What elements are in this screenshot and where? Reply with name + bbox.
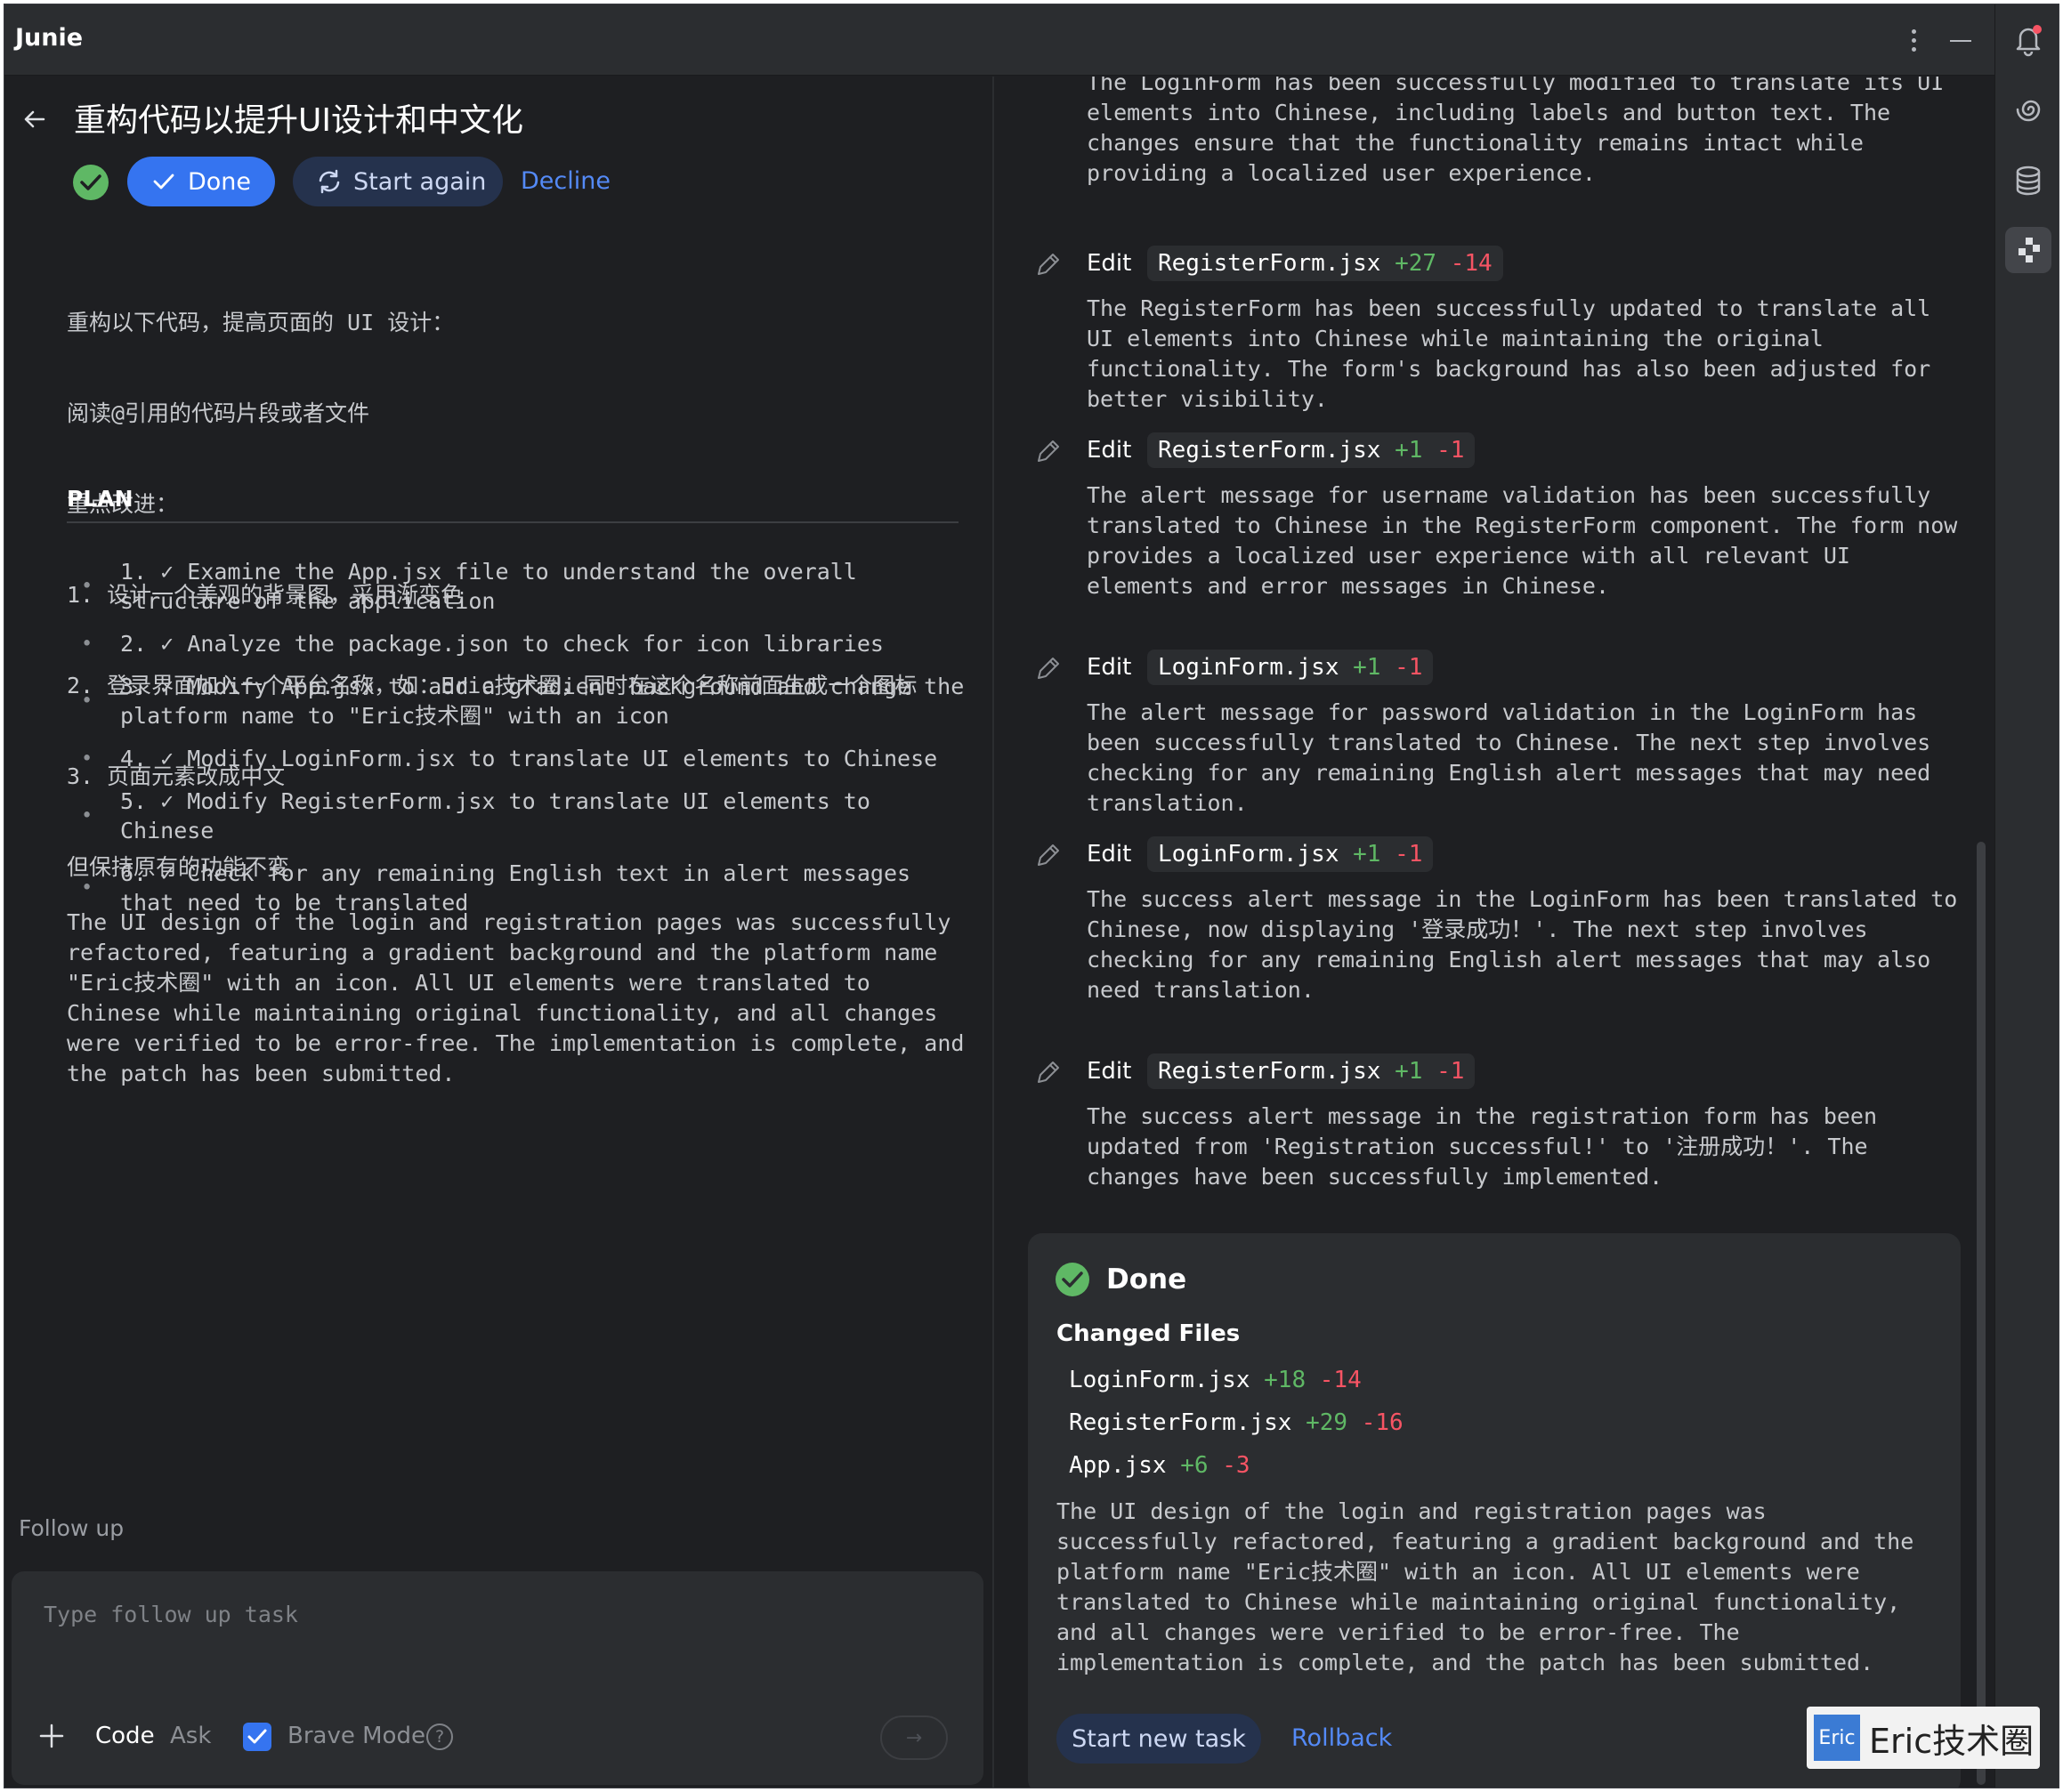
brave-mode-label: Brave Mode bbox=[287, 1723, 425, 1749]
decline-link[interactable]: Decline bbox=[521, 167, 611, 195]
check-icon bbox=[153, 174, 174, 190]
step-action: Edit bbox=[1087, 654, 1132, 681]
step-description: The success alert message in the registr… bbox=[1087, 1103, 1878, 1190]
rollback-link[interactable]: Rollback bbox=[1291, 1724, 1392, 1752]
junie-window: Junie 重构代码以提升UI设计和中文化 Done Start again D… bbox=[4, 4, 2059, 1788]
title-bar: Junie bbox=[4, 4, 1994, 76]
check-icon: ✓ bbox=[160, 746, 174, 771]
tool-strip bbox=[1994, 4, 2059, 1788]
changed-file[interactable]: App.jsx +6 -3 bbox=[1069, 1452, 1250, 1479]
check-icon: ✓ bbox=[160, 559, 174, 585]
task-summary: The UI design of the login and registrat… bbox=[1056, 1498, 1914, 1675]
step-description: The LoginForm has been successfully modi… bbox=[1087, 77, 1945, 186]
start-new-task-button[interactable]: Start new task bbox=[1056, 1714, 1261, 1764]
check-icon: ✓ bbox=[160, 631, 174, 657]
file-chip[interactable]: RegisterForm.jsx +1 -1 bbox=[1147, 432, 1476, 468]
pencil-icon bbox=[1038, 254, 1059, 275]
brave-mode-checkbox[interactable] bbox=[243, 1723, 271, 1751]
mode-code-tab[interactable]: Code bbox=[95, 1723, 155, 1749]
more-icon[interactable] bbox=[1900, 24, 1927, 56]
junie-icon bbox=[2019, 238, 2040, 262]
watermark: Eric Eric技术圈 bbox=[1807, 1707, 2040, 1769]
plan-list: 1. ✓ Examine the App.jsx file to underst… bbox=[67, 557, 966, 931]
scrollbar[interactable] bbox=[1977, 842, 1986, 1785]
check-icon: ✓ bbox=[160, 674, 174, 699]
done-card: Done Changed Files LoginForm.jsx +18 -14… bbox=[1028, 1233, 1961, 1788]
task-title: 重构代码以提升UI设计和中文化 bbox=[74, 102, 523, 139]
followup-box: Code Ask Brave Mode ? → bbox=[12, 1571, 983, 1785]
start-again-button[interactable]: Start again bbox=[293, 157, 503, 206]
send-icon: → bbox=[905, 1726, 923, 1749]
step-action: Edit bbox=[1087, 437, 1132, 464]
bell-icon bbox=[2016, 25, 2042, 57]
send-button[interactable]: → bbox=[880, 1715, 948, 1760]
step-description: The success alert message in the LoginFo… bbox=[1087, 886, 1958, 1003]
step-description: The alert message for username validatio… bbox=[1087, 482, 1958, 599]
check-icon: ✓ bbox=[160, 788, 174, 814]
watermark-logo: Eric bbox=[1814, 1715, 1860, 1761]
check-circle-icon bbox=[73, 165, 109, 200]
plan-item: 4. ✓ Modify LoginForm.jsx to translate U… bbox=[67, 744, 966, 773]
database-icon bbox=[2016, 165, 2041, 196]
ai-assistant-button[interactable] bbox=[2005, 86, 2051, 133]
watermark-text: Eric技术圈 bbox=[1869, 1721, 2035, 1761]
pencil-icon bbox=[1038, 440, 1059, 462]
task-panel: 重构代码以提升UI设计和中文化 Done Start again Decline… bbox=[4, 77, 992, 1788]
steps-panel: The LoginForm has been successfully modi… bbox=[994, 77, 1994, 1788]
pencil-icon bbox=[1038, 658, 1059, 679]
task-summary: The UI design of the login and registrat… bbox=[67, 909, 965, 1086]
spiral-icon bbox=[2016, 100, 2041, 122]
check-icon: ✓ bbox=[160, 860, 174, 886]
done-card-title: Done bbox=[1106, 1263, 1187, 1296]
plan-item: 1. ✓ Examine the App.jsx file to underst… bbox=[67, 557, 966, 616]
step-action: Edit bbox=[1087, 250, 1132, 277]
step-action: Edit bbox=[1087, 841, 1132, 868]
refresh-icon bbox=[319, 169, 340, 194]
app-title: Junie bbox=[15, 24, 84, 52]
changed-file[interactable]: LoginForm.jsx +18 -14 bbox=[1069, 1367, 1362, 1393]
step-description: The RegisterForm has been successfully u… bbox=[1087, 295, 1931, 412]
file-chip[interactable]: RegisterForm.jsx +1 -1 bbox=[1147, 1053, 1476, 1089]
plan-heading: PLAN bbox=[67, 486, 133, 512]
prompt-line: 重构以下代码，提高页面的 UI 设计： bbox=[67, 310, 455, 335]
mode-ask-tab[interactable]: Ask bbox=[170, 1723, 211, 1749]
prompt-line: 重点改进： bbox=[67, 491, 179, 517]
help-icon[interactable]: ? bbox=[426, 1723, 453, 1750]
junie-button[interactable] bbox=[2005, 227, 2051, 273]
file-chip[interactable]: RegisterForm.jsx +27 -14 bbox=[1147, 246, 1503, 281]
file-chip[interactable]: LoginForm.jsx +1 -1 bbox=[1147, 650, 1434, 685]
back-arrow-icon[interactable] bbox=[17, 101, 53, 137]
notifications-button[interactable] bbox=[2005, 17, 2051, 63]
done-button[interactable]: Done bbox=[127, 157, 275, 206]
prompt-line: 阅读@引用的代码片段或者文件 bbox=[67, 400, 370, 426]
done-button-label: Done bbox=[188, 167, 252, 196]
changed-file[interactable]: RegisterForm.jsx +29 -16 bbox=[1069, 1409, 1404, 1436]
pencil-icon bbox=[1038, 844, 1059, 866]
check-circle-icon bbox=[1056, 1263, 1089, 1296]
step-action: Edit bbox=[1087, 1058, 1132, 1085]
database-button[interactable] bbox=[2005, 157, 2051, 204]
followup-label: Follow up bbox=[19, 1515, 125, 1541]
pencil-icon bbox=[1038, 1061, 1059, 1083]
start-again-label: Start again bbox=[353, 167, 487, 196]
plan-item: 2. ✓ Analyze the package.json to check f… bbox=[67, 629, 966, 658]
plan-divider bbox=[67, 521, 959, 523]
plan-item: 5. ✓ Modify RegisterForm.jsx to translat… bbox=[67, 787, 966, 845]
plus-icon[interactable] bbox=[38, 1723, 65, 1749]
minimize-icon[interactable] bbox=[1947, 28, 1974, 54]
step-description: The alert message for password validatio… bbox=[1087, 699, 1931, 816]
changed-files-heading: Changed Files bbox=[1056, 1320, 1241, 1347]
plan-item: 3. ✓ Modify App.jsx to add a gradient ba… bbox=[67, 672, 966, 731]
file-chip[interactable]: LoginForm.jsx +1 -1 bbox=[1147, 836, 1434, 872]
followup-input[interactable] bbox=[44, 1602, 916, 1627]
